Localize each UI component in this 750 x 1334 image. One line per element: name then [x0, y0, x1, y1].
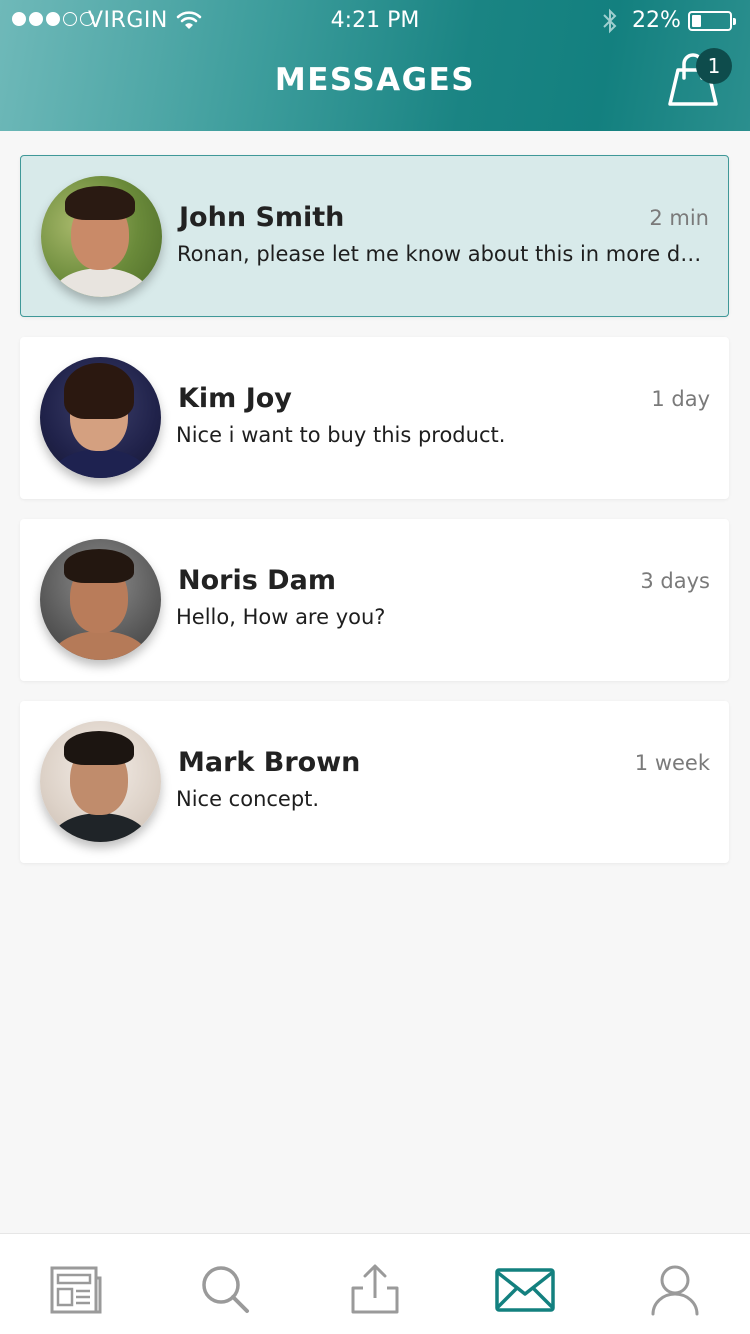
message-list: John Smith 2 min Ronan, please let me kn… — [20, 155, 729, 883]
mail-icon[interactable] — [494, 1260, 556, 1320]
bluetooth-icon — [600, 8, 620, 40]
avatar — [41, 176, 162, 297]
message-preview: Nice i want to buy this product. — [176, 423, 506, 447]
upload-icon[interactable] — [345, 1260, 405, 1320]
message-time: 1 day — [651, 387, 710, 411]
message-time: 2 min — [649, 206, 709, 230]
sender-name: John Smith — [179, 202, 345, 233]
cart-count-badge: 1 — [696, 48, 732, 84]
message-item[interactable]: Noris Dam 3 days Hello, How are you? — [20, 519, 729, 681]
message-preview: Nice concept. — [176, 787, 320, 811]
tab-bar — [0, 1233, 750, 1334]
avatar — [40, 721, 161, 842]
app-header: VIRGIN 4:21 PM 22% MESSAGES 1 — [0, 0, 750, 131]
page-title: MESSAGES — [274, 62, 476, 98]
message-item[interactable]: Mark Brown 1 week Nice concept. — [20, 701, 729, 863]
search-icon[interactable] — [195, 1260, 255, 1320]
message-time: 1 week — [634, 751, 710, 775]
avatar — [40, 357, 161, 478]
message-item[interactable]: John Smith 2 min Ronan, please let me kn… — [20, 155, 729, 317]
message-time: 3 days — [640, 569, 710, 593]
status-bar: VIRGIN 4:21 PM 22% — [0, 0, 750, 42]
profile-icon[interactable] — [645, 1260, 705, 1320]
battery-icon — [688, 11, 736, 31]
message-preview: Ronan, please let me know about this in … — [177, 242, 713, 266]
message-preview: Hello, How are you? — [176, 605, 386, 629]
battery-percent: 22% — [632, 8, 681, 33]
message-item[interactable]: Kim Joy 1 day Nice i want to buy this pr… — [20, 337, 729, 499]
newspaper-icon[interactable] — [46, 1260, 106, 1320]
avatar — [40, 539, 161, 660]
sender-name: Mark Brown — [178, 747, 361, 778]
sender-name: Kim Joy — [178, 383, 292, 414]
sender-name: Noris Dam — [178, 565, 336, 596]
